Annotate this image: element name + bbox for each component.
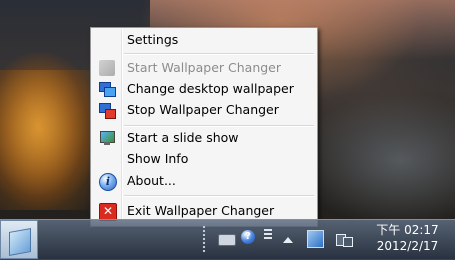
menu-item-stop-wallpaper-changer[interactable]: Stop Wallpaper Changer [93,100,315,120]
menu-separator [124,195,314,197]
menu-item-start-slide-show[interactable]: Start a slide show [93,128,315,148]
menu-item-label: Start Wallpaper Changer [127,60,282,75]
menu-item-label: Settings [127,32,179,47]
menu-item-label: Start a slide show [127,130,239,145]
menu-separator [124,53,314,55]
menu-item-label: Change desktop wallpaper [127,81,294,96]
notepad-icon [9,228,31,256]
menu-item-label: Exit Wallpaper Changer [127,203,275,218]
info-icon: i [99,173,117,191]
menu-item-label: About... [127,173,176,188]
menu-item-change-desktop-wallpaper[interactable]: Change desktop wallpaper [93,79,315,99]
clock-date: 2012/2/17 [376,239,439,253]
help-icon[interactable]: ? [241,230,255,244]
menu-item-about[interactable]: i About... [93,171,315,191]
menu-item-show-info[interactable]: Show Info [93,149,315,169]
small-menu-icon[interactable] [264,228,272,240]
menu-item-settings[interactable]: Settings [93,30,315,50]
keyboard-icon[interactable] [218,234,236,246]
taskbar-app-button[interactable] [0,220,38,259]
menu-item-label: Show Info [127,151,189,166]
wallpaper-changer-tray-icon[interactable] [307,230,324,248]
network-icon[interactable] [336,232,353,247]
clock-time: 下午 02:17 [376,223,439,237]
system-clock[interactable]: 下午 02:17 2012/2/17 [360,222,455,258]
menu-item-label: Stop Wallpaper Changer [127,102,279,117]
context-menu: Settings Start Wallpaper Changer Change … [90,27,318,227]
lit-rock [0,70,95,210]
show-hidden-icons-arrow-icon[interactable] [283,237,293,243]
stop-monitor-icon [99,102,116,119]
slideshow-icon [99,130,115,146]
menu-item-exit-wallpaper-changer[interactable]: ✕ Exit Wallpaper Changer [93,201,315,221]
menu-item-start-wallpaper-changer[interactable]: Start Wallpaper Changer [93,58,315,78]
taskbar-gripper[interactable] [202,225,206,253]
start-icon [99,60,115,76]
monitors-icon [99,81,116,97]
menu-separator [124,125,314,127]
